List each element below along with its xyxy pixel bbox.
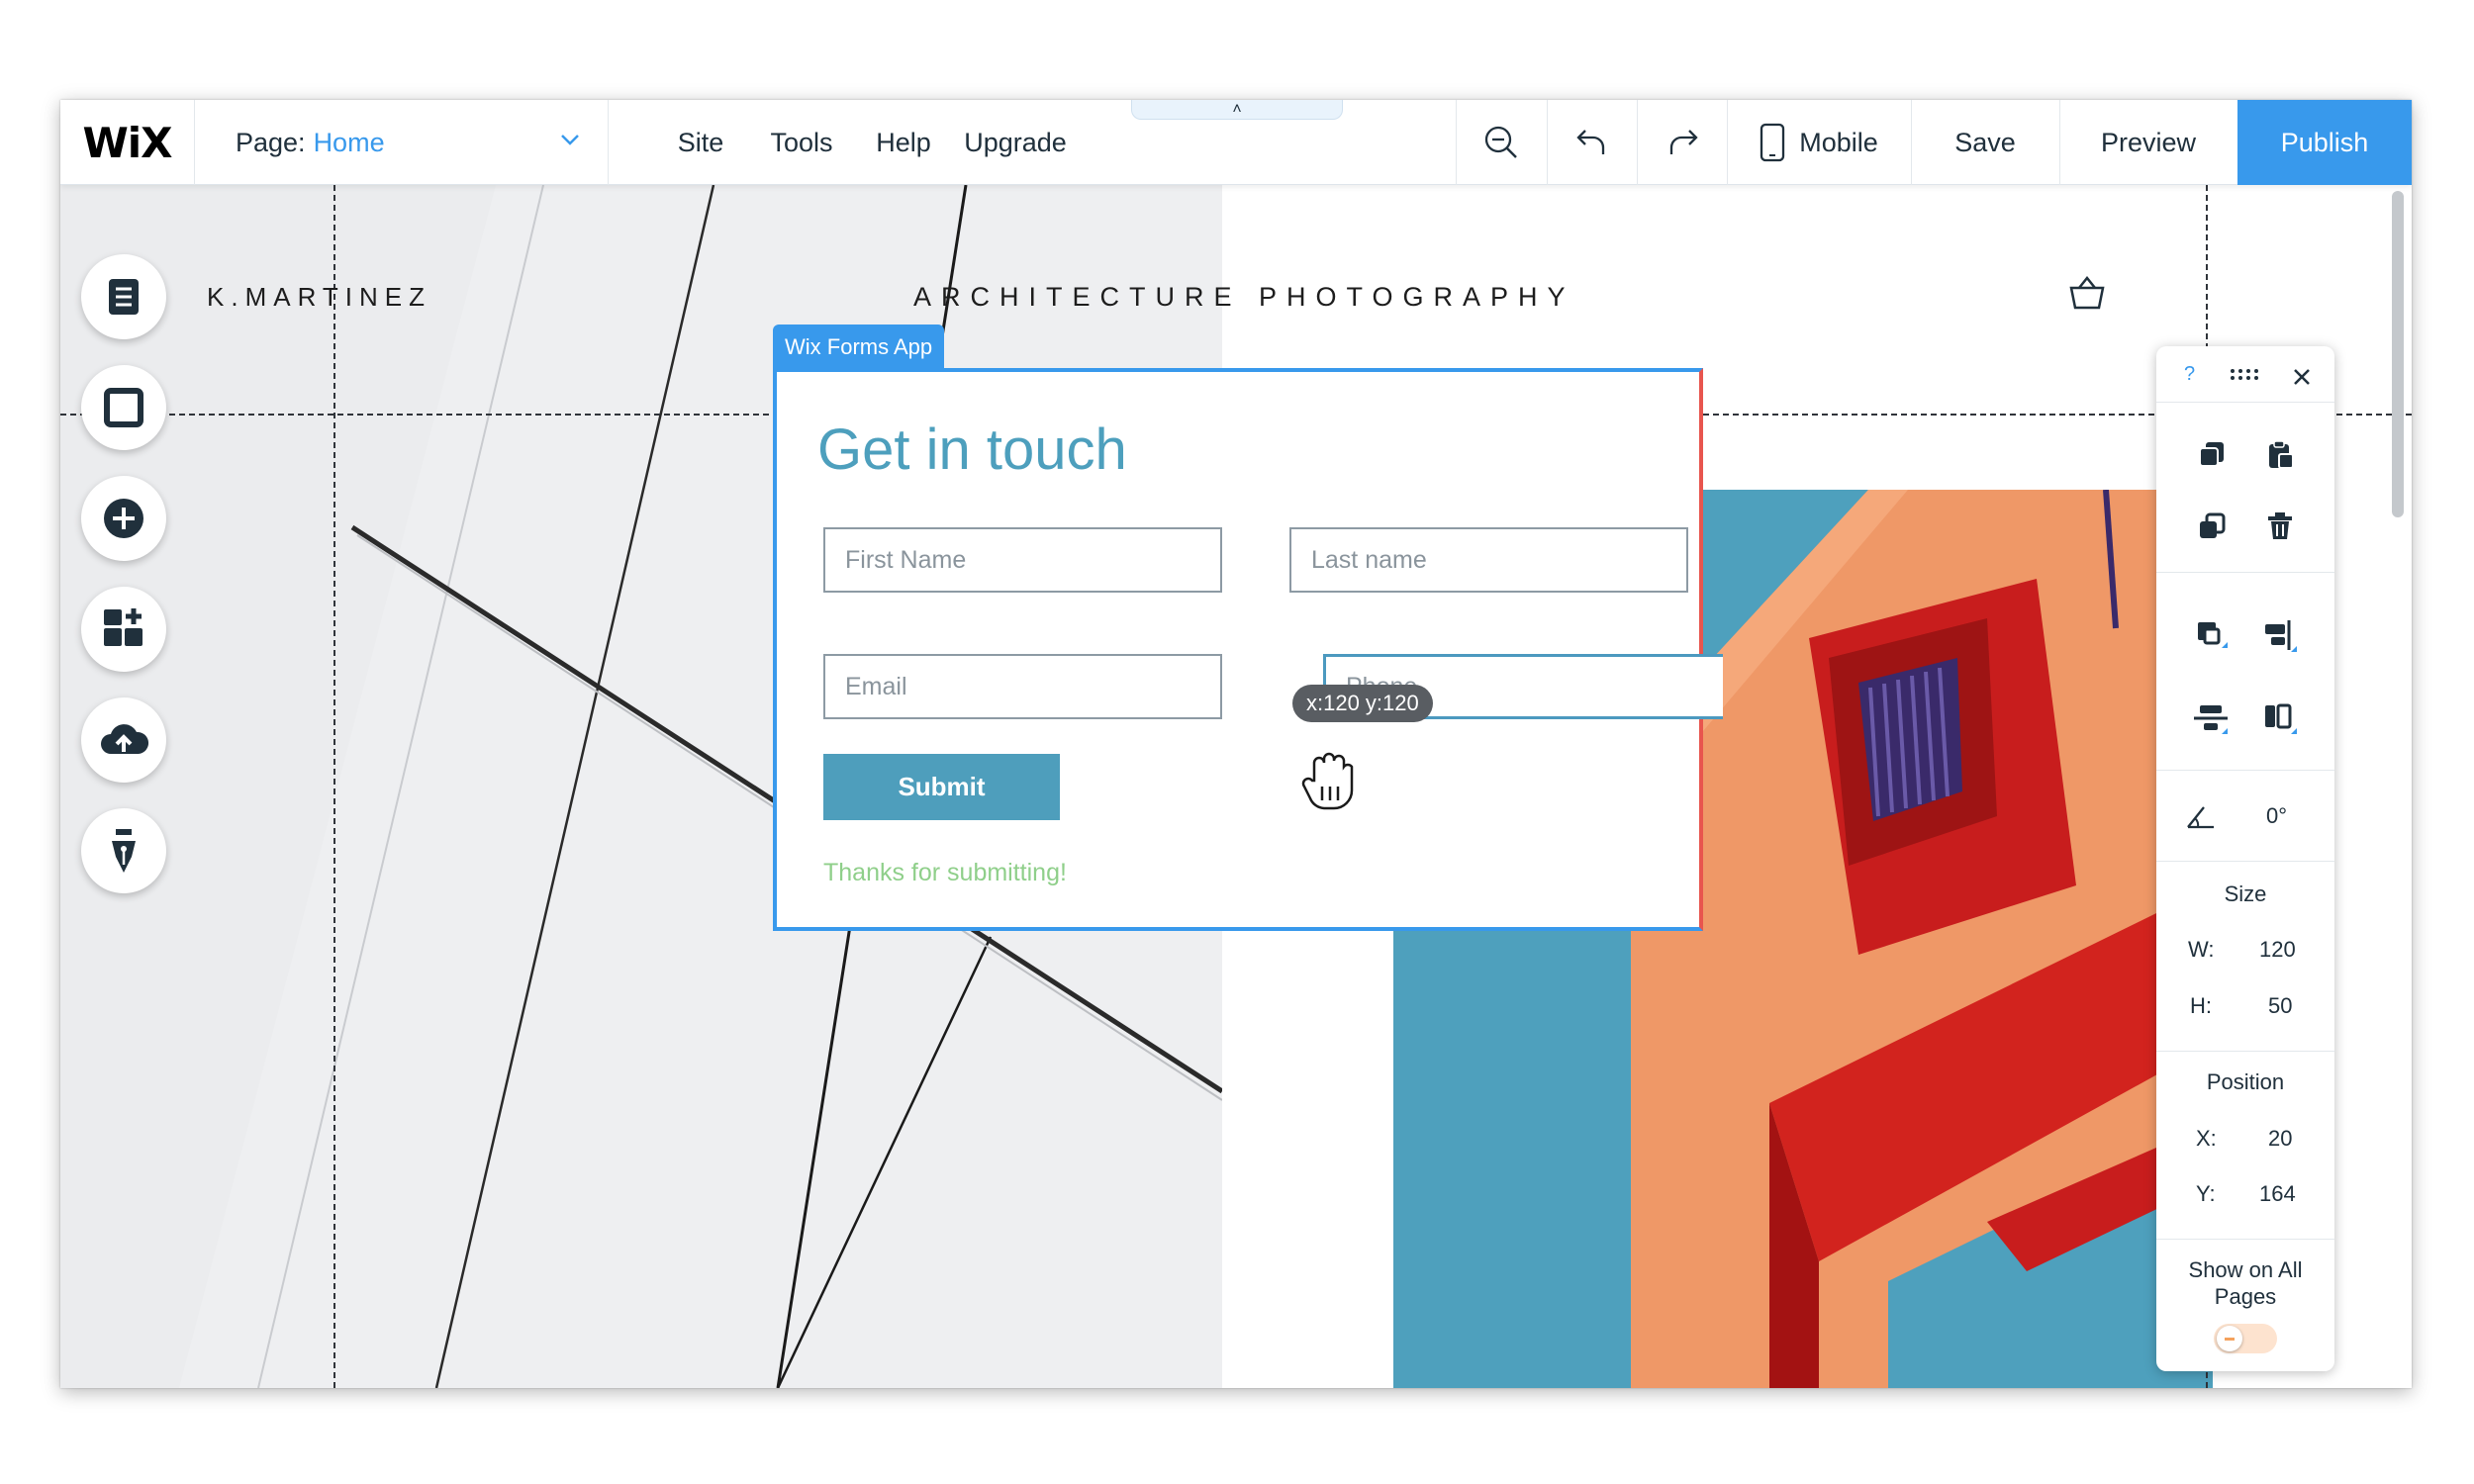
editor-window: WiX Page: Home Site Tools Help Upgrade ˄ xyxy=(60,100,2412,1388)
mobile-phone-icon xyxy=(1760,123,1785,162)
zoom-out-button[interactable] xyxy=(1456,100,1547,185)
background-button[interactable] xyxy=(81,365,166,450)
wix-logo: WiX xyxy=(82,118,172,167)
pages-icon xyxy=(109,279,139,315)
mobile-label: Mobile xyxy=(1799,127,1878,157)
current-page-name: Home xyxy=(313,127,385,157)
thanks-message[interactable]: Thanks for submitting! xyxy=(823,859,1067,887)
size-heading: Size xyxy=(2224,881,2267,906)
redo-icon xyxy=(1669,130,1698,154)
x-label: X: xyxy=(2196,1126,2217,1151)
chevron-down-icon xyxy=(561,135,579,145)
delete-trash-icon[interactable] xyxy=(2267,512,2293,540)
height-label: H: xyxy=(2190,993,2212,1018)
divider xyxy=(2156,861,2334,862)
collapse-topbar-handle[interactable]: ˄ xyxy=(1131,100,1343,120)
drag-grip-icon[interactable] xyxy=(2230,368,2261,382)
first-name-field[interactable]: First Name xyxy=(823,527,1222,593)
page-selector-dropdown[interactable]: Page: Home xyxy=(194,100,608,185)
x-value[interactable]: 20 xyxy=(2268,1126,2292,1152)
panel-help-icon[interactable]: ? xyxy=(2184,363,2195,386)
menu-upgrade[interactable]: Upgrade xyxy=(951,100,1080,185)
rotation-value[interactable]: 0° xyxy=(2266,803,2287,829)
cloud-upload-icon xyxy=(101,724,148,754)
show-on-all-pages-toggle[interactable] xyxy=(2214,1324,2277,1353)
y-value[interactable]: 164 xyxy=(2259,1181,2296,1207)
divider xyxy=(2156,402,2334,403)
rotation-angle-icon xyxy=(2187,806,2214,829)
preview-button[interactable]: Preview xyxy=(2059,100,2237,185)
position-heading: Position xyxy=(2206,1069,2285,1094)
contact-form[interactable]: Get in touch First Name Last name Email … xyxy=(773,368,1723,931)
top-bar: WiX Page: Home Site Tools Help Upgrade ˄ xyxy=(60,100,2412,185)
menu-help[interactable]: Help xyxy=(856,100,951,185)
pen-nib-icon xyxy=(112,829,136,873)
menu-site[interactable]: Site xyxy=(654,100,747,185)
ruler-guide-left[interactable] xyxy=(333,185,335,1388)
arrange-layers-icon[interactable] xyxy=(2196,620,2230,654)
inspector-panel: ? 0° Size W: 120 H: 50 Position X: 20 Y:… xyxy=(2156,346,2334,1371)
background-square-icon xyxy=(104,388,143,427)
coordinates-tooltip: x:120 y:120 xyxy=(1292,685,1433,722)
y-label: Y: xyxy=(2196,1181,2216,1206)
zoom-out-icon xyxy=(1484,126,1517,158)
toggle-off-dash xyxy=(2225,1337,2235,1341)
email-field[interactable]: Email xyxy=(823,654,1222,719)
site-tagline-text[interactable]: ARCHITECTURE PHOTOGRAPHY xyxy=(913,282,1575,313)
width-label: W: xyxy=(2188,937,2215,962)
app-market-icon xyxy=(104,608,143,646)
submit-button[interactable]: Submit xyxy=(823,754,1060,820)
site-name-text[interactable]: K.MARTINEZ xyxy=(207,282,431,313)
canvas-scrollbar[interactable] xyxy=(2392,191,2404,517)
redo-button[interactable] xyxy=(1637,100,1727,185)
duplicate-icon[interactable] xyxy=(2198,512,2226,540)
align-right-icon[interactable] xyxy=(2263,620,2299,654)
publish-button[interactable]: Publish xyxy=(2237,100,2412,185)
undo-button[interactable] xyxy=(1547,100,1637,185)
editor-canvas[interactable]: K.MARTINEZ ARCHITECTURE PHOTOGRAPHY Wix … xyxy=(60,185,2412,1388)
plus-circle-icon xyxy=(104,499,143,538)
copy-icon[interactable] xyxy=(2198,440,2226,468)
mobile-view-button[interactable]: Mobile xyxy=(1727,100,1911,185)
toggle-knob xyxy=(2217,1326,2242,1351)
add-element-button[interactable] xyxy=(81,476,166,561)
pages-menu-button[interactable] xyxy=(81,254,166,339)
page-label: Page: xyxy=(236,127,306,157)
width-value[interactable]: 120 xyxy=(2259,937,2296,963)
add-apps-button[interactable] xyxy=(81,587,166,672)
close-icon[interactable] xyxy=(2293,368,2311,386)
menu-tools[interactable]: Tools xyxy=(747,100,856,185)
distribute-icon[interactable] xyxy=(2194,702,2230,736)
divider xyxy=(2156,1051,2334,1052)
media-upload-button[interactable] xyxy=(81,697,166,783)
last-name-field[interactable]: Last name xyxy=(1289,527,1688,593)
drag-hand-cursor-icon xyxy=(1301,752,1354,810)
save-button[interactable]: Save xyxy=(1911,100,2059,185)
height-value[interactable]: 50 xyxy=(2268,993,2292,1019)
divider xyxy=(2156,572,2334,573)
match-size-icon[interactable] xyxy=(2263,702,2299,736)
form-title[interactable]: Get in touch xyxy=(817,417,1127,483)
divider xyxy=(608,100,609,185)
divider xyxy=(2156,770,2334,771)
divider xyxy=(2156,1239,2334,1240)
shopping-cart-icon[interactable] xyxy=(2067,274,2107,314)
show-on-all-pages-label: Show on All Pages xyxy=(2188,1257,2303,1309)
blog-button[interactable] xyxy=(81,808,166,893)
paste-icon[interactable] xyxy=(2267,440,2295,470)
wix-forms-app-badge[interactable]: Wix Forms App xyxy=(773,325,945,369)
undo-icon xyxy=(1575,130,1604,154)
